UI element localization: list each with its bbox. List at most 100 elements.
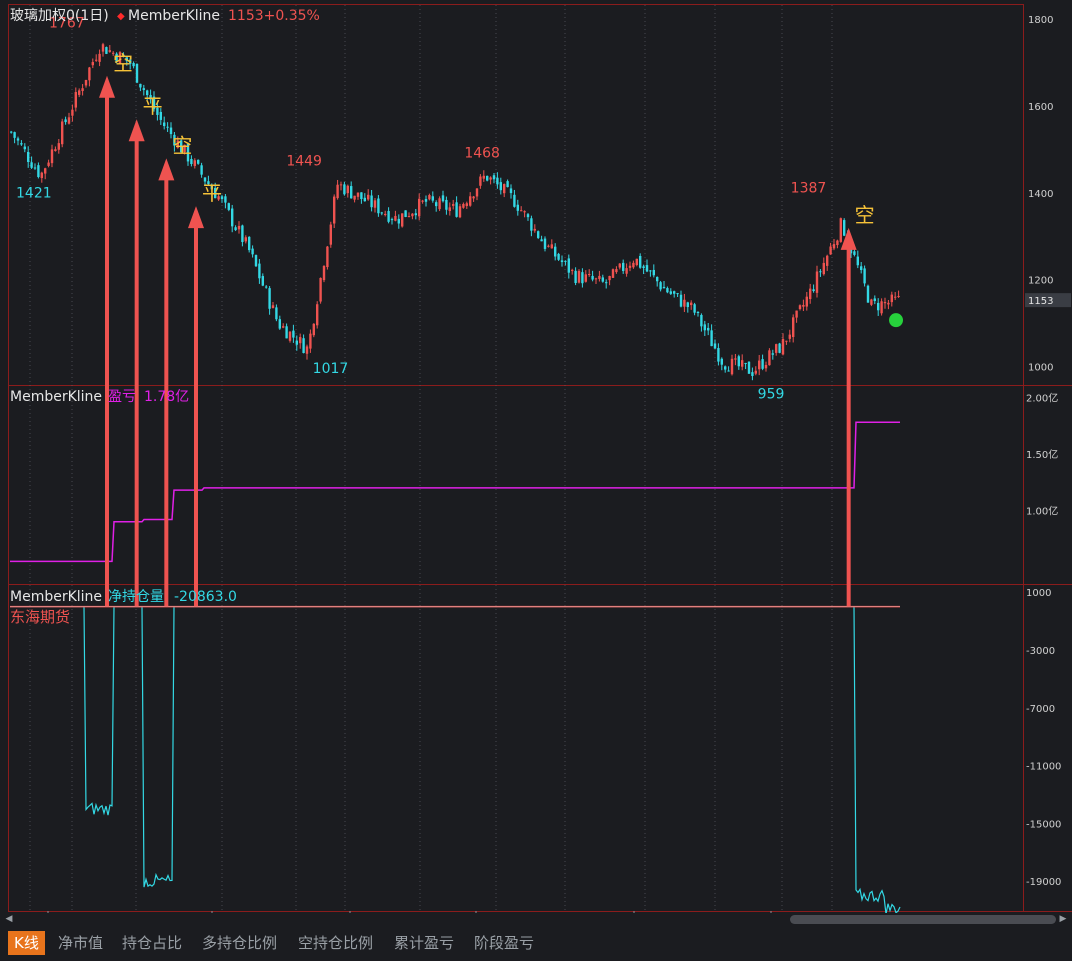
candle-body (248, 236, 251, 251)
candle-body (809, 288, 812, 300)
candle-body (316, 304, 319, 326)
candle-body (720, 358, 723, 365)
candle-body (686, 302, 689, 308)
candle-body (421, 200, 424, 202)
candle-body (707, 327, 710, 331)
candle-body (822, 262, 825, 275)
candle-body (625, 268, 628, 274)
candle-body (462, 203, 465, 208)
candle-body (815, 271, 819, 293)
candle-body (166, 126, 169, 128)
candle-body (384, 213, 387, 215)
candle-body (282, 326, 285, 328)
candle-body (571, 269, 574, 271)
candle-body (873, 298, 876, 301)
candle-body (336, 184, 339, 199)
tab-period-pnl[interactable]: 阶段盈亏 (468, 931, 540, 955)
candle-body (564, 260, 567, 262)
tab-net-market-value[interactable]: 净市值 (52, 931, 109, 955)
candle-body (288, 331, 292, 341)
candle-body (741, 360, 744, 367)
candle-body (866, 285, 870, 303)
candle-body (659, 282, 662, 290)
candle-body (785, 340, 788, 342)
y-tick-label: 1400 (1028, 189, 1053, 200)
candle-body (836, 240, 839, 246)
candle-body (271, 305, 275, 309)
position-indicator-name: MemberKline (10, 589, 102, 605)
candle-body (71, 109, 74, 116)
tab-kline[interactable]: K线 (8, 931, 45, 955)
candle-body (737, 356, 740, 367)
candle-body (727, 370, 730, 372)
candle-body (788, 334, 791, 339)
tab-position-share[interactable]: 持仓占比 (116, 931, 188, 955)
candle-body (224, 196, 227, 203)
candle-body (547, 245, 550, 247)
candle-body (710, 330, 713, 347)
tab-cumulative-pnl[interactable]: 累计盈亏 (388, 931, 460, 955)
scroll-right-icon[interactable]: ▶ (1058, 913, 1068, 926)
candle-body (20, 143, 23, 145)
candle-body (98, 53, 101, 62)
member-name: 东海期货 (10, 608, 70, 626)
candle-body (812, 289, 815, 292)
position-value: -20863.0 (174, 589, 237, 605)
candle-body (598, 275, 601, 279)
candle-body (652, 269, 655, 276)
candle-body (703, 324, 706, 331)
y-tick-label: 1000 (1028, 363, 1053, 374)
scroll-thumb[interactable] (790, 915, 1056, 924)
candle-body (356, 192, 360, 197)
instrument-title: 玻璃加权0(1日) (10, 7, 109, 24)
candle-body (261, 276, 264, 286)
candle-body (632, 262, 635, 268)
candle-body (622, 262, 625, 271)
candle-body (662, 286, 666, 289)
chart-canvas[interactable]: 空平空平空1767142114491468101795913871153 玻璃加… (0, 0, 1072, 961)
candle-body (404, 210, 407, 217)
candle-body (761, 359, 764, 369)
candle-body (326, 246, 329, 268)
candle-body (27, 151, 30, 162)
candle-body (193, 160, 196, 166)
candle-body (513, 194, 516, 207)
candle-body (397, 218, 400, 224)
candle-body (305, 346, 309, 354)
candle-body (496, 177, 499, 185)
candle-body (275, 307, 278, 320)
candle-body (458, 206, 462, 218)
time-scrollbar[interactable]: ◀ ▶ (0, 913, 1072, 926)
candle-body (57, 143, 60, 150)
candle-body (843, 220, 846, 236)
pnl-value: 1.78亿 (144, 389, 189, 405)
candle-body (639, 255, 642, 268)
candle-body (163, 122, 166, 127)
candle-body (645, 265, 649, 272)
candle-body (734, 358, 737, 360)
candle-body (795, 310, 798, 318)
candle-body (819, 271, 822, 273)
tab-long-ratio[interactable]: 多持仓比例 (196, 931, 283, 955)
scroll-left-icon[interactable]: ◀ (4, 913, 14, 926)
y-tick-label: 1.50亿 (1026, 448, 1058, 461)
y-tick-label: 1600 (1028, 102, 1053, 113)
candle-body (611, 269, 615, 278)
candle-body (339, 184, 343, 186)
candle-body (343, 184, 346, 195)
candle-body (669, 291, 672, 294)
candle-body (479, 176, 482, 186)
candle-body (299, 337, 302, 344)
candle-body (312, 323, 315, 336)
tab-short-ratio[interactable]: 空持仓比例 (292, 931, 379, 955)
candle-body (319, 277, 322, 302)
candle-body (890, 294, 893, 303)
indicator-name: MemberKline (128, 8, 220, 24)
candle-body (67, 117, 71, 124)
candle-body (61, 121, 64, 145)
y-tick-label: -7000 (1026, 704, 1055, 715)
candle-body (33, 167, 37, 169)
candle-body (265, 286, 268, 288)
candle-body (10, 131, 13, 133)
candle-body (601, 277, 604, 282)
